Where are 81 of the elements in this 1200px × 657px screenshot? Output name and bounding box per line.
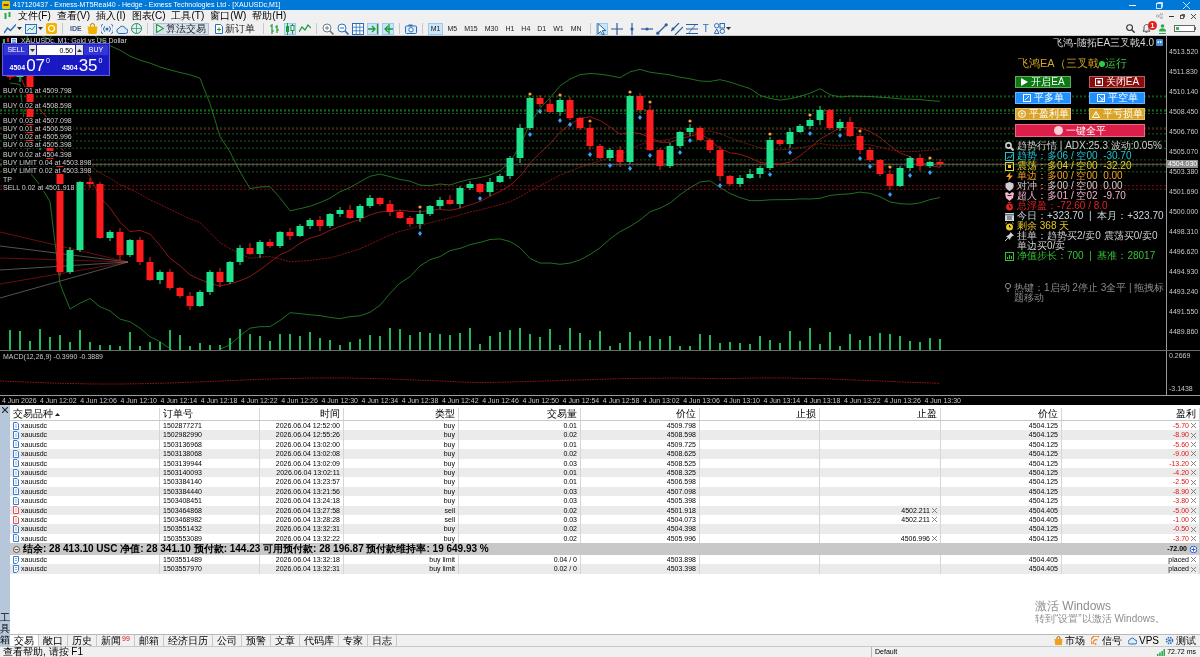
column-header[interactable]: 交易品种 [10,408,160,420]
signal-waves-icon [1091,636,1100,645]
zigzag-line-icon[interactable] [298,22,311,35]
menu-item[interactable]: 查看(V) [53,10,94,22]
signal-bars-icon [1157,648,1166,656]
column-header[interactable]: 时间 [260,408,344,420]
status-help-text: 查看帮助, 请按 F1 [2,647,83,657]
zoom-in-icon[interactable] [321,22,334,35]
close-icon[interactable] [1191,442,1196,447]
search-icon[interactable] [1126,24,1135,33]
candles-icon [4,12,11,20]
globe-icon[interactable] [130,23,142,34]
radio-waves-icon[interactable] [100,22,113,35]
cloud-icon [1128,636,1137,645]
document-icon [214,23,223,34]
grid-icon[interactable] [351,22,364,35]
lines-icon[interactable] [685,22,698,35]
tester-button[interactable]: 测试 [1165,635,1196,646]
menu-item[interactable]: 窗口(W) [207,10,250,22]
plus-circle-icon[interactable] [1190,545,1197,553]
caret-icon[interactable] [38,27,43,30]
trendline-icon[interactable] [655,22,668,35]
column-header[interactable]: 交易量 [459,408,581,420]
close-icon[interactable] [1191,517,1196,523]
column-header[interactable]: 价位 [581,408,700,420]
column-header[interactable]: 订单号 [160,408,260,420]
app-icon [2,1,10,9]
minus-circle-icon[interactable] [13,545,20,553]
minimize-icon[interactable] [1169,15,1174,17]
activation-title: 激活 Windows [1035,600,1112,613]
column-header[interactable]: 价位 [941,408,1062,420]
menu-item[interactable]: 图表(C) [128,10,169,22]
line-chart-icon[interactable] [4,22,16,35]
close-icon[interactable] [1191,498,1196,504]
close-icon[interactable] [1191,479,1196,485]
column-header[interactable]: 止损 [700,408,820,420]
gear-icon [1165,636,1174,645]
chart-shift-icon[interactable] [381,22,394,35]
caret-icon[interactable] [17,27,22,30]
bar-chart-icon[interactable] [268,22,281,35]
close-icon[interactable] [932,517,937,523]
battery-icon [1174,25,1196,32]
crosshair-icon[interactable] [610,22,623,35]
toolbox-label: 工具箱 [0,612,10,645]
menu-item[interactable]: 插入(I) [93,10,129,22]
chart-window-icon[interactable] [25,22,37,35]
camera-icon[interactable] [404,23,417,34]
cursor-icon[interactable] [595,22,608,35]
column-header[interactable]: 止盈 [820,408,941,420]
autoscroll-icon[interactable] [366,22,379,35]
candlestick-icon[interactable] [283,22,296,35]
close-icon[interactable] [2,407,8,413]
bell-icon[interactable] [1142,24,1151,33]
activation-hint: 转到“设置”以激活 Windows。 [1035,613,1165,625]
close-icon[interactable] [1191,557,1196,563]
vps-button[interactable]: VPS [1128,635,1159,646]
menu-item[interactable]: 工具(T) [168,10,208,22]
sort-arrow-icon [55,412,60,416]
account-summary: 结余: 28 413.10 USC 净值: 28 341.10 预付款: 144.23 可用预付款: 28 196.87 预付款维持率: 19 649.93 % [23,543,489,556]
zoom-out-icon[interactable] [336,22,349,35]
close-icon[interactable] [1191,423,1196,429]
text-tool-button[interactable]: T [700,22,711,35]
menu-item[interactable]: 文件(F) [15,10,54,22]
bag-icon[interactable] [86,23,98,34]
column-header[interactable]: 类型 [344,408,459,420]
close-icon[interactable] [1191,13,1196,19]
caret-icon[interactable] [725,27,731,30]
bag-icon [1054,636,1063,645]
shapes-icon[interactable] [713,23,725,34]
cloud-icon[interactable] [115,23,128,34]
market-button[interactable]: 市场 [1054,635,1085,646]
close-icon[interactable] [1191,460,1196,466]
restore-icon[interactable] [1180,13,1185,19]
menu-item[interactable]: 帮助(H) [249,10,290,22]
new-order-button[interactable]: 新订单 [211,22,258,35]
signals-button[interactable]: 信号 [1091,635,1122,646]
user-icon[interactable] [1158,23,1167,34]
algo-trading-button[interactable]: 算法交易 [152,22,209,35]
close-icon[interactable] [1191,535,1196,541]
close-icon[interactable] [932,535,937,541]
column-header[interactable]: 盈利 [1062,408,1200,420]
